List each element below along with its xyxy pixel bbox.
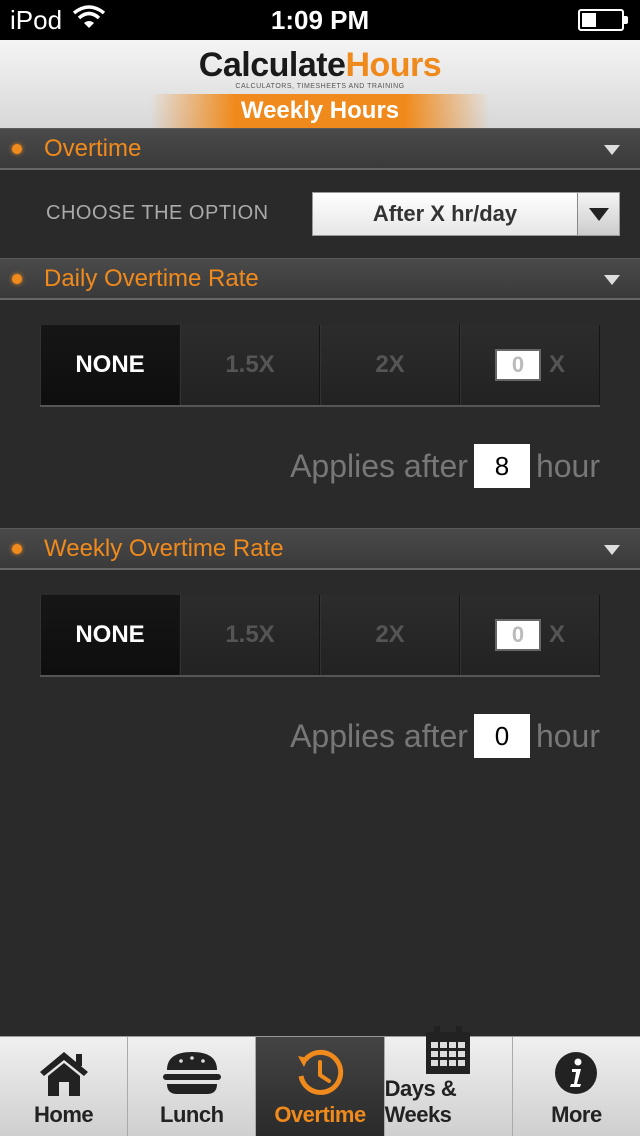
logo-part1: Calculate	[198, 46, 346, 84]
tab-bar: Home Lunch Overtime Days & Weeks More	[0, 1026, 640, 1136]
bullet-icon	[12, 143, 22, 154]
weekly-rate-segmented: NONE 1.5X 2X 0 X	[40, 595, 600, 677]
custom-suffix: X	[548, 351, 565, 378]
applies-label: Applies after	[290, 717, 468, 754]
chevron-down-icon	[604, 545, 620, 555]
logo-tagline: CALCULATORS, TIMESHEETS AND TRAINING	[235, 83, 405, 90]
applies-unit: hour	[535, 717, 600, 754]
carrier-label: iPod	[10, 4, 63, 35]
bullet-icon	[12, 273, 22, 284]
status-bar: iPod 1:09 PM	[0, 0, 640, 40]
tab-overtime[interactable]: Overtime	[256, 1037, 385, 1136]
chevron-down-icon	[604, 145, 620, 155]
weekly-custom-rate-input[interactable]: 0	[494, 619, 541, 651]
chevron-down-icon	[604, 275, 620, 285]
tab-home[interactable]: Home	[0, 1037, 129, 1136]
battery-icon	[578, 9, 628, 31]
daily-rate-custom[interactable]: 0 X	[460, 325, 600, 405]
weekly-applies-hours-input[interactable]: 0	[473, 714, 530, 758]
overtime-option-select[interactable]: After X hr/day	[312, 192, 620, 236]
weekly-applies-row: Applies after 0 hour	[290, 713, 600, 759]
status-left: iPod	[10, 5, 106, 36]
daily-applies-hours-input[interactable]: 8	[473, 444, 530, 488]
daily-applies-row: Applies after 8 hour	[290, 443, 600, 489]
dropdown-arrow-icon[interactable]	[577, 193, 619, 235]
page-subtitle: Weekly Hours	[150, 94, 490, 128]
clock-icon	[295, 1044, 345, 1102]
bullet-icon	[12, 543, 22, 554]
weekly-rate-2x[interactable]: 2X	[320, 595, 460, 675]
wifi-icon	[72, 4, 106, 36]
home-icon	[36, 1044, 92, 1102]
custom-suffix: X	[548, 621, 565, 648]
tab-label: Days & Weeks	[384, 1076, 457, 1127]
section-overtime-header[interactable]: Overtime	[0, 128, 640, 170]
applies-unit: hour	[535, 447, 600, 484]
section-daily-header[interactable]: Daily Overtime Rate	[0, 258, 640, 300]
tab-label: Home	[34, 1102, 94, 1127]
section-weekly-header[interactable]: Weekly Overtime Rate	[0, 528, 640, 570]
weekly-rate-none[interactable]: NONE	[40, 595, 180, 675]
section-title: Weekly Overtime Rate	[44, 534, 284, 562]
tab-more[interactable]: More	[513, 1037, 640, 1136]
burger-icon	[161, 1044, 223, 1102]
daily-rate-segmented: NONE 1.5X 2X 0 X	[40, 325, 600, 407]
weekly-rate-1-5x[interactable]: 1.5X	[180, 595, 320, 675]
daily-custom-rate-input[interactable]: 0	[494, 349, 541, 381]
daily-rate-1-5x[interactable]: 1.5X	[180, 325, 320, 405]
tab-days-weeks[interactable]: Days & Weeks	[384, 1026, 513, 1136]
calendar-icon	[423, 1024, 473, 1076]
option-value: After X hr/day	[372, 201, 518, 226]
logo-part2: Hours	[345, 46, 442, 84]
weekly-rate-custom[interactable]: 0 X	[460, 595, 600, 675]
applies-label: Applies after	[290, 447, 468, 484]
tab-label: More	[551, 1102, 602, 1127]
app-header: CalculateHours CALCULATORS, TIMESHEETS A…	[0, 40, 640, 128]
option-label: CHOOSE THE OPTION	[46, 202, 269, 224]
tab-label: Lunch	[160, 1102, 224, 1127]
section-title: Daily Overtime Rate	[44, 264, 259, 292]
logo: CalculateHours	[0, 40, 640, 82]
daily-rate-2x[interactable]: 2X	[320, 325, 460, 405]
info-icon	[553, 1044, 599, 1102]
tab-lunch[interactable]: Lunch	[128, 1037, 257, 1136]
daily-rate-none[interactable]: NONE	[40, 325, 180, 405]
section-title: Overtime	[44, 134, 142, 162]
tab-label: Overtime	[274, 1102, 366, 1127]
